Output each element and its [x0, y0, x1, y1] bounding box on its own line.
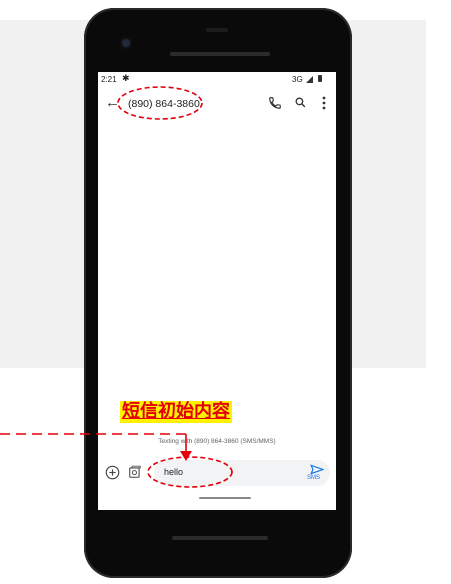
bottom-speaker — [172, 536, 268, 540]
send-icon[interactable] — [310, 464, 324, 475]
send-sms-label[interactable]: SMS — [307, 475, 320, 481]
contact-title[interactable]: (890) 864-3860 — [128, 98, 200, 110]
home-indicator[interactable] — [199, 497, 251, 499]
search-icon[interactable] — [294, 96, 307, 109]
front-camera-icon — [122, 39, 130, 47]
status-time: 2:21 — [101, 75, 117, 84]
status-bar: 2:21 ✱ 3G — [98, 72, 336, 86]
app-bar: ← (890) 864-3860 — [98, 90, 336, 118]
back-arrow-icon[interactable]: ← — [105, 94, 120, 112]
texting-note: Texting with (890) 864-3860 (SMS/MMS) — [158, 438, 276, 445]
battery-icon — [318, 75, 322, 82]
signal-icon — [306, 76, 313, 83]
gallery-icon[interactable] — [128, 465, 142, 479]
add-circle-icon[interactable] — [105, 465, 120, 480]
gear-icon: ✱ — [122, 73, 130, 83]
annotation-caption: 短信初始内容 — [120, 401, 232, 423]
phone-screen: 2:21 ✱ 3G ← (890) 864-3860 Texting with … — [98, 72, 336, 510]
network-type: 3G — [292, 75, 303, 84]
top-speaker — [170, 52, 270, 56]
more-vert-icon[interactable] — [322, 96, 326, 110]
phone-icon[interactable] — [268, 96, 282, 110]
message-compose-field[interactable]: hello SMS — [154, 460, 330, 486]
compose-text[interactable]: hello — [164, 467, 183, 477]
proximity-sensor — [206, 28, 228, 32]
